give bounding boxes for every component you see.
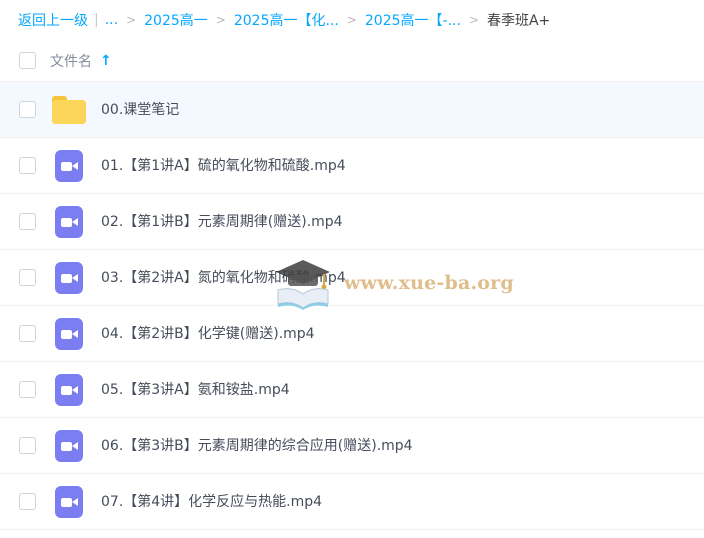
chevron-right-icon: > <box>215 13 226 27</box>
select-all-checkbox[interactable] <box>19 52 36 69</box>
file-name[interactable]: 00.课堂笔记 <box>101 82 179 138</box>
file-name[interactable]: 05.【第3讲A】氨和铵盐.mp4 <box>101 362 290 418</box>
folder-icon <box>52 94 86 126</box>
video-file-icon <box>52 374 86 406</box>
row-checkbox[interactable] <box>19 437 36 454</box>
row-checkbox[interactable] <box>19 213 36 230</box>
row-checkbox[interactable] <box>19 325 36 342</box>
column-header-name: 文件名 <box>50 53 92 70</box>
video-file-icon <box>52 262 86 294</box>
breadcrumb-divider: | <box>94 12 99 28</box>
video-file-icon <box>52 430 86 462</box>
chevron-right-icon: > <box>346 13 357 27</box>
breadcrumb-item[interactable]: 2025高一 <box>144 10 208 30</box>
file-row[interactable]: 06.【第3讲B】元素周期律的综合应用(赠送).mp4 <box>0 418 704 474</box>
file-name[interactable]: 04.【第2讲B】化学键(赠送).mp4 <box>101 306 315 362</box>
breadcrumb: 返回上一级 | ... > 2025高一 > 2025高一【化... > 202… <box>18 0 550 40</box>
file-row[interactable]: 07.【第4讲】化学反应与热能.mp4 <box>0 474 704 530</box>
video-file-icon <box>52 486 86 518</box>
file-name[interactable]: 01.【第1讲A】硫的氧化物和硫酸.mp4 <box>101 138 346 194</box>
file-row[interactable]: 03.【第2讲A】氮的氧化物和硝酸.mp4 <box>0 250 704 306</box>
file-name[interactable]: 06.【第3讲B】元素周期律的综合应用(赠送).mp4 <box>101 418 413 474</box>
row-checkbox[interactable] <box>19 157 36 174</box>
back-link[interactable]: 返回上一级 <box>18 10 88 30</box>
row-checkbox[interactable] <box>19 381 36 398</box>
file-name[interactable]: 07.【第4讲】化学反应与热能.mp4 <box>101 474 322 530</box>
video-file-icon <box>52 150 86 182</box>
breadcrumb-current: 春季班A+ <box>486 13 551 29</box>
row-checkbox[interactable] <box>19 493 36 510</box>
row-checkbox[interactable] <box>19 101 36 118</box>
file-row[interactable]: 02.【第1讲B】元素周期律(赠送).mp4 <box>0 194 704 250</box>
file-list-header: 文件名 ↑ <box>0 40 704 82</box>
breadcrumb-item[interactable]: 2025高一【-... <box>365 10 461 30</box>
row-checkbox[interactable] <box>19 269 36 286</box>
breadcrumb-ellipsis[interactable]: ... <box>105 12 118 28</box>
chevron-right-icon: > <box>126 13 137 27</box>
breadcrumb-item[interactable]: 2025高一【化... <box>234 10 339 30</box>
file-row[interactable]: 00.课堂笔记 <box>0 82 704 138</box>
file-row[interactable]: 01.【第1讲A】硫的氧化物和硫酸.mp4 <box>0 138 704 194</box>
video-file-icon <box>52 318 86 350</box>
sort-by-name-button[interactable]: 文件名 ↑ <box>50 51 112 71</box>
file-name[interactable]: 03.【第2讲A】氮的氧化物和硝酸.mp4 <box>101 250 346 306</box>
arrow-up-icon: ↑ <box>100 52 112 69</box>
chevron-right-icon: > <box>468 13 479 27</box>
file-row[interactable]: 04.【第2讲B】化学键(赠送).mp4 <box>0 306 704 362</box>
file-list: 00.课堂笔记 01.【第1讲A】硫的氧化物和硫酸.mp4 02.【第1讲B】元… <box>0 82 704 530</box>
file-name[interactable]: 02.【第1讲B】元素周期律(赠送).mp4 <box>101 194 343 250</box>
video-file-icon <box>52 206 86 238</box>
file-row[interactable]: 05.【第3讲A】氨和铵盐.mp4 <box>0 362 704 418</box>
